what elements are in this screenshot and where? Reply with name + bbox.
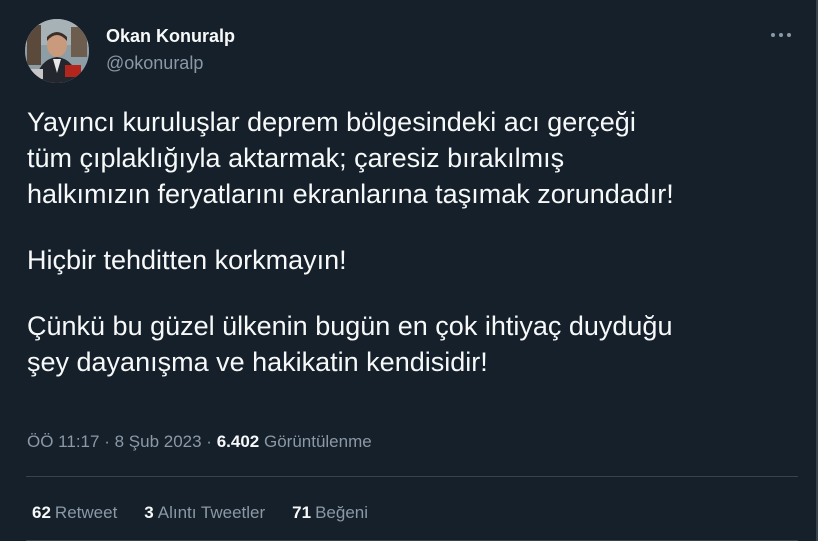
retweets-stat[interactable]: 62 Retweet [32,502,117,524]
quote-tweets-stat[interactable]: 3 Alıntı Tweetler [144,502,265,524]
avatar[interactable] [25,19,89,83]
likes-stat[interactable]: 71 Beğeni [292,502,368,524]
quote-tweets-count: 3 [144,503,154,522]
author-info: Okan Konuralp @okonuralp [106,25,235,74]
meta-separator: · [206,432,212,451]
more-options-button[interactable] [766,25,796,45]
meta-separator: · [104,432,110,451]
views-label: Görüntülenme [263,432,372,451]
quote-tweets-label: Alıntı Tweetler [157,503,266,522]
likes-count: 71 [292,503,312,522]
more-horizontal-icon-dot [779,33,783,37]
divider [26,476,798,477]
retweets-count: 62 [32,503,51,522]
avatar-image [25,19,89,83]
display-name[interactable]: Okan Konuralp [106,25,235,47]
tweet-text: Yayıncı kuruluşlar deprem bölgesindeki a… [27,104,797,380]
views-count: 6.402 [216,432,260,451]
retweets-label: Retweet [54,503,118,522]
tweet-meta: ÖÖ 11:17 · 8 Şub 2023 · 6.402 Görüntülen… [27,431,372,453]
tweet-card: Okan Konuralp @okonuralp Yayıncı kuruluş… [0,0,818,541]
tweet-date[interactable]: 8 Şub 2023 [115,432,202,451]
tweet-paragraph: Çünkü bu güzel ülkenin bugün en çok ihti… [27,311,673,377]
engagement-stats: 62 Retweet 3 Alıntı Tweetler 71 Beğeni [32,502,368,524]
tweet-paragraph: Hiçbir tehditten korkmayın! [27,245,347,275]
likes-label: Beğeni [315,503,369,522]
more-horizontal-icon-dot [787,33,791,37]
more-horizontal-icon [771,33,775,37]
tweet-header: Okan Konuralp @okonuralp [25,19,798,83]
tweet-time[interactable]: ÖÖ 11:17 [27,432,99,451]
tweet-paragraph: Yayıncı kuruluşlar deprem bölgesindeki a… [27,107,674,209]
handle[interactable]: @okonuralp [106,52,235,74]
